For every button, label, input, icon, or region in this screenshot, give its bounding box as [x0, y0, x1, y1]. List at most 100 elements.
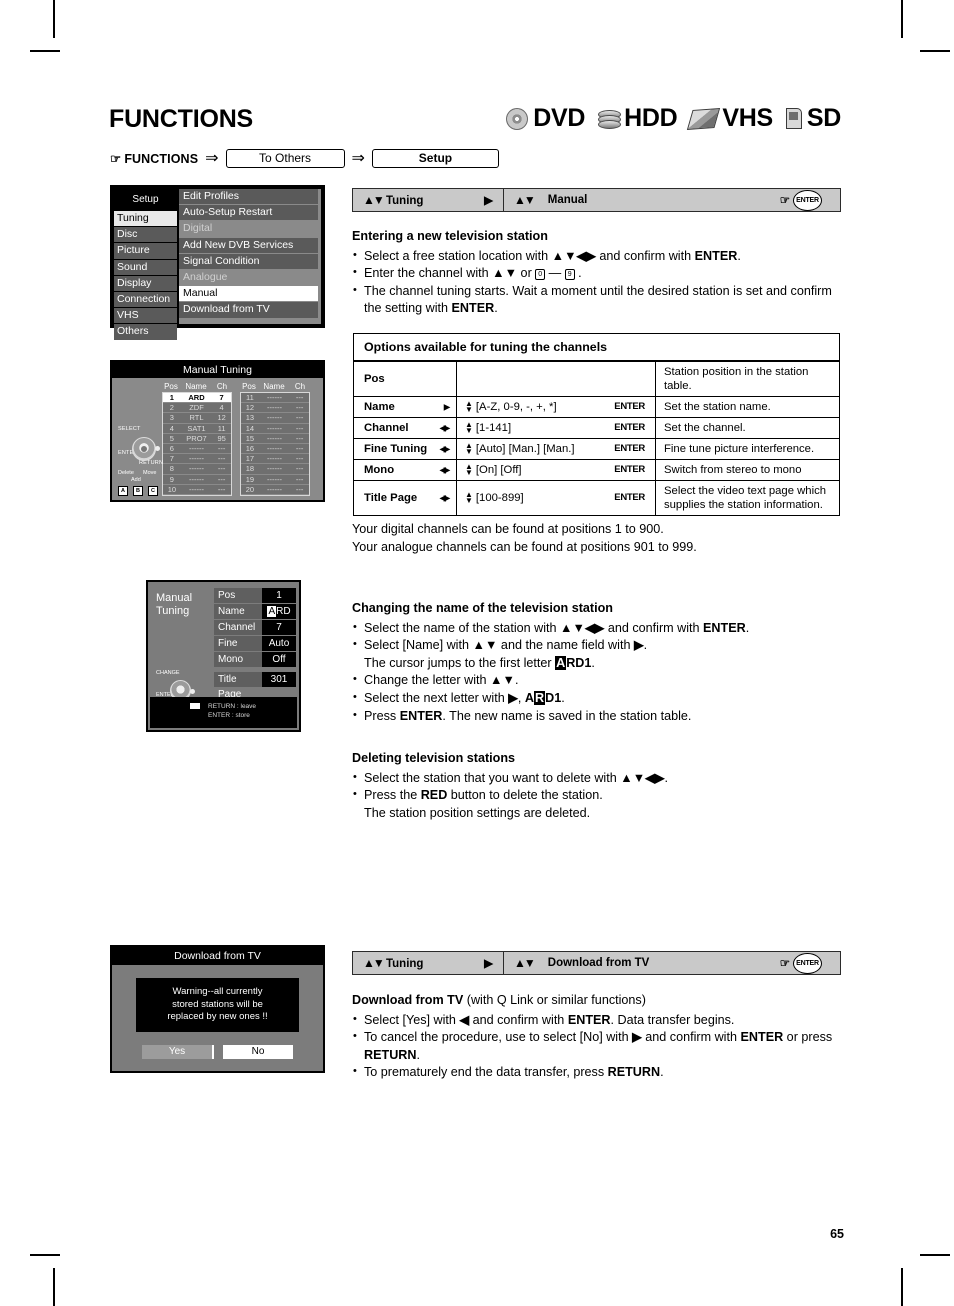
sidebar-item-tuning[interactable]: Tuning [114, 211, 177, 227]
sidebar-item-vhs[interactable]: VHS [114, 308, 177, 324]
field-mono[interactable]: Mono Off [214, 652, 296, 667]
color-key-c[interactable]: C [148, 486, 158, 496]
color-key-a[interactable]: A [118, 486, 128, 496]
cell-ch: --- [217, 464, 226, 474]
col-header-name: Name [263, 382, 285, 391]
sidebar-item-disc[interactable]: Disc [114, 227, 177, 243]
color-key-b[interactable]: B [133, 486, 143, 496]
cell-ch: 95 [217, 433, 226, 443]
table-row[interactable]: 14 ------ --- [241, 423, 309, 434]
highlighted-letter-r: R [534, 690, 546, 705]
table-row[interactable]: 11 ------ --- [241, 393, 309, 404]
table-row[interactable]: 18 ------ --- [241, 464, 309, 475]
menu-item-edit-profiles[interactable]: Edit Profiles [179, 189, 318, 205]
yes-button[interactable]: Yes [142, 1044, 214, 1059]
field-label-name: Name [214, 604, 262, 619]
table-row[interactable]: 12 ------ --- [241, 403, 309, 414]
cell-ch: --- [295, 474, 304, 484]
col-header-ch: Ch [216, 382, 228, 391]
nav-seg-download[interactable]: ▲▼ Download from TV ☞ ENTER [504, 952, 840, 974]
section-entering-new-station: Entering a new television station Select… [352, 228, 847, 318]
option-range-label: [A-Z, 0-9, -, +, *] [475, 400, 557, 413]
detail-footer-hints: RETURN : leave ENTER : store [150, 697, 297, 728]
table-row[interactable]: 15 ------ --- [241, 433, 309, 444]
media-badge-dvd: DVD [506, 104, 585, 133]
nav-path-manual: ▲▼ Tuning ▶ ▲▼ Manual ☞ ENTER [352, 188, 841, 212]
field-name[interactable]: Name ARD [214, 604, 296, 619]
cell-name: ARD [188, 393, 205, 402]
table-row[interactable]: 13 ------ --- [241, 413, 309, 424]
nav-seg-tuning-2[interactable]: ▲▼ Tuning ▶ [353, 952, 504, 974]
no-button[interactable]: No [223, 1044, 293, 1059]
menu-item-signal-condition[interactable]: Signal Condition [179, 253, 318, 269]
field-fine-tuning[interactable]: Fine Tuning Auto [214, 636, 296, 664]
menu-item-manual[interactable]: Manual [179, 286, 318, 302]
cell-pos: 2 [169, 403, 174, 413]
section-download-from-tv: Download from TV (with Q Link or similar… [352, 992, 847, 1082]
sidebar-item-picture[interactable]: Picture [114, 243, 177, 259]
dpad-icon [132, 437, 156, 461]
cell-pos: 13 [245, 413, 255, 423]
manual-tuning-detail-osd: Manual Tuning Pos 1 Name ARD Channel 7 F… [146, 580, 301, 732]
table-row[interactable]: 3 RTL 12 [163, 413, 231, 424]
sidebar-item-connection[interactable]: Connection [114, 291, 177, 308]
sidebar-item-others[interactable]: Others [114, 324, 177, 340]
menu-group-digital: Digital [179, 221, 318, 237]
table-row[interactable]: 2 ZDF 4 [163, 403, 231, 414]
breadcrumb-lead: ☞ FUNCTIONS [110, 151, 198, 166]
menu-item-auto-setup-restart[interactable]: Auto-Setup Restart [179, 205, 318, 221]
field-pos[interactable]: Pos 1 [214, 588, 296, 603]
option-label: Fine Tuning [364, 443, 428, 455]
nav-seg-manual-label: Manual [547, 194, 588, 206]
sidebar-item-display[interactable]: Display [114, 275, 177, 291]
nav-seg-manual[interactable]: ▲▼ Manual ☞ ENTER [504, 189, 840, 211]
field-value-pos: 1 [262, 588, 296, 603]
list-item: To cancel the procedure, use to select [… [352, 1028, 847, 1064]
option-label: Mono [364, 464, 395, 476]
up-down-arrows-icon: ▲▼ [514, 956, 536, 970]
options-table-grid: Pos Station position in the station tabl… [354, 361, 839, 515]
table-row: Title Page ◀▶ ▲ ▼ [100-899] ENTER Select the… [354, 480, 839, 515]
table-row[interactable]: 5 PRO7 95 [163, 433, 231, 444]
cell-name: ------ [189, 474, 204, 484]
cell-ch: --- [295, 423, 304, 433]
sidebar-item-sound[interactable]: Sound [114, 259, 177, 275]
table-row[interactable]: 4 SAT1 11 [163, 423, 231, 434]
table-row[interactable]: 1 ARD 7 [163, 393, 231, 404]
crop-mark-bottom-right-v [901, 1268, 903, 1306]
cell-name: ------ [189, 464, 204, 474]
download-from-tv-osd: Download from TV Warning--all currently … [110, 945, 325, 1073]
field-value-channel: 7 [262, 620, 296, 635]
cell-pos: 6 [169, 443, 174, 453]
cell-name: ------ [267, 474, 282, 484]
table-row[interactable]: 6 ------ --- [163, 443, 231, 455]
table-row[interactable]: 19 ------ --- [241, 474, 309, 485]
option-name-pos: Pos [354, 361, 457, 397]
cell-ch: --- [295, 464, 304, 474]
menu-item-add-new-dvb-services[interactable]: Add New DVB Services [179, 237, 318, 253]
nav-seg-tuning[interactable]: ▲▼ Tuning ▶ [353, 189, 504, 211]
field-title-page[interactable]: Title Page 301 [214, 672, 296, 700]
cell-name: ZDF [189, 403, 204, 413]
option-enter-title-page: ENTER [614, 491, 645, 503]
key-9-icon: 9 [564, 269, 575, 281]
cell-ch: --- [295, 433, 304, 443]
table-row[interactable]: 20 ------ --- [241, 484, 309, 495]
cell-pos: 4 [169, 423, 174, 433]
field-channel[interactable]: Channel 7 [214, 620, 296, 635]
section-download-heading-suffix: (with Q Link or similar functions) [466, 993, 646, 1007]
breadcrumb-step-setup[interactable]: Setup [371, 148, 499, 168]
table-row[interactable]: 17 ------ --- [241, 454, 309, 465]
up-down-stepper-icon: ▲ ▼ [465, 490, 473, 505]
pointing-hand-icon: ☞ [779, 958, 790, 970]
cell-ch: --- [295, 454, 304, 464]
table-row[interactable]: 7 ------ --- [163, 454, 231, 465]
options-table: Options available for tuning the channel… [353, 333, 840, 516]
list-item: Select a free station location with ▲▼◀▶… [352, 247, 847, 266]
cell-pos: 5 [169, 433, 174, 443]
cell-name: ------ [189, 484, 204, 494]
menu-item-download-from-tv[interactable]: Download from TV [179, 302, 318, 318]
table-row[interactable]: 16 ------ --- [241, 443, 309, 455]
field-value-title-page: 301 [262, 672, 296, 687]
breadcrumb-step-to-others[interactable]: To Others [225, 148, 345, 168]
